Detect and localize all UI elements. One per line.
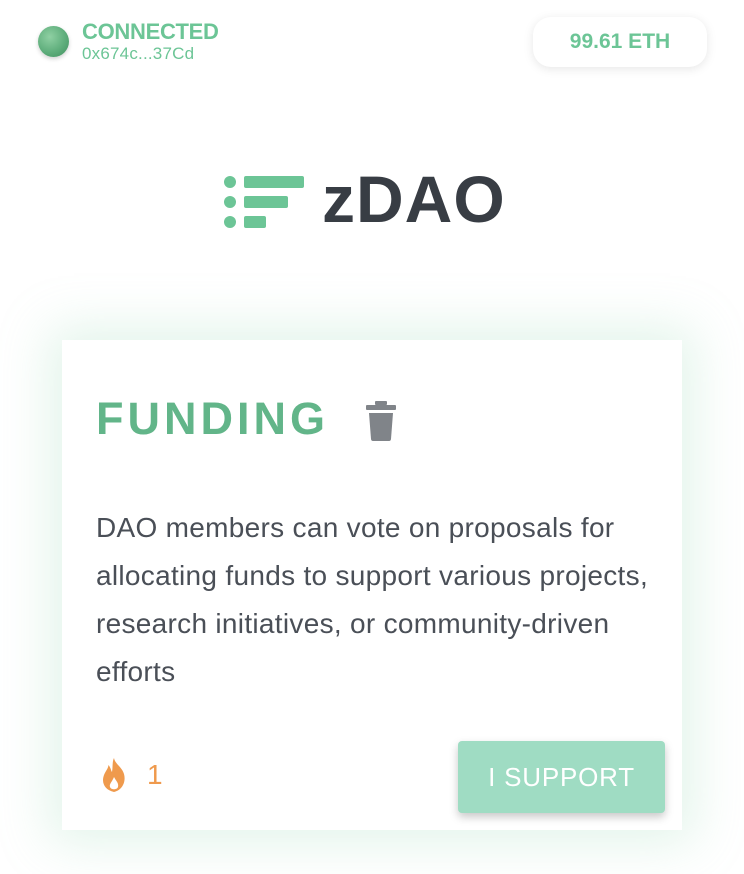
status-text: CONNECTED 0x674c...37Cd: [82, 19, 219, 63]
proposal-card: FUNDING DAO members can vote on proposal…: [62, 340, 682, 830]
status-indicator-icon: [38, 26, 69, 57]
list-lines-icon: [224, 172, 306, 230]
card-description: DAO members can vote on proposals for al…: [96, 512, 649, 687]
wallet-address[interactable]: 0x674c...37Cd: [82, 45, 219, 62]
logo-text: zDAO: [322, 162, 506, 236]
trash-icon[interactable]: [365, 401, 397, 441]
fire-icon: [96, 757, 132, 793]
balance-badge[interactable]: 99.61 ETH: [533, 17, 707, 67]
logo: zDAO: [224, 166, 524, 232]
card-title: FUNDING: [96, 393, 329, 444]
support-button[interactable]: I SUPPORT: [458, 741, 665, 813]
support-count: 1: [147, 759, 163, 790]
status-label: CONNECTED: [82, 19, 219, 44]
